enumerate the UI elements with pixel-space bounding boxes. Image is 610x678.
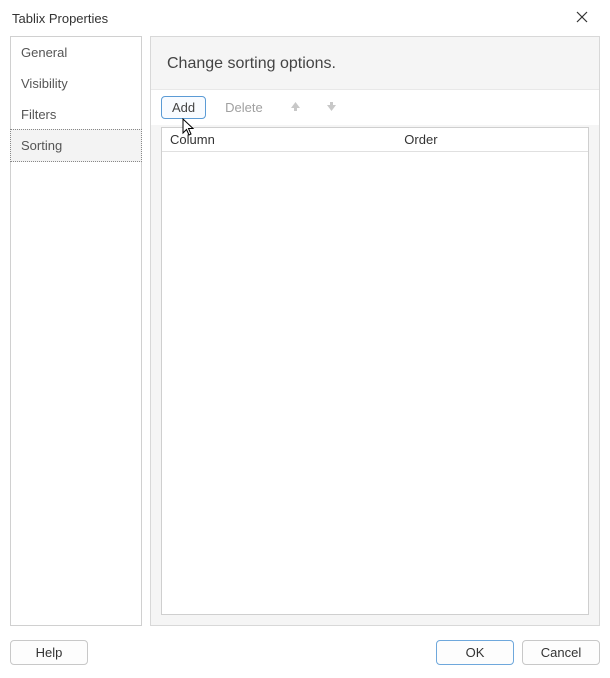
add-button[interactable]: Add: [161, 96, 206, 119]
sidebar-item-general[interactable]: General: [11, 37, 141, 68]
move-down-button[interactable]: [318, 97, 346, 119]
content-area: General Visibility Filters Sorting Chang…: [10, 36, 600, 626]
sort-grid: Column Order: [161, 127, 589, 615]
grid-body: [162, 152, 588, 614]
main-panel: Change sorting options. Add Delete Colum…: [150, 36, 600, 626]
panel-heading: Change sorting options.: [151, 37, 599, 89]
titlebar: Tablix Properties: [0, 0, 610, 36]
toolbar: Add Delete: [151, 89, 599, 125]
arrow-up-icon: [290, 101, 301, 115]
sidebar: General Visibility Filters Sorting: [10, 36, 142, 626]
column-header-column[interactable]: Column: [162, 128, 396, 151]
column-header-order[interactable]: Order: [396, 128, 588, 151]
sidebar-item-visibility[interactable]: Visibility: [11, 68, 141, 99]
close-icon: [576, 10, 588, 27]
footer: Help OK Cancel: [10, 636, 600, 668]
sidebar-item-sorting[interactable]: Sorting: [10, 129, 142, 162]
sidebar-item-filters[interactable]: Filters: [11, 99, 141, 130]
move-up-button[interactable]: [282, 97, 310, 119]
close-button[interactable]: [564, 4, 600, 32]
delete-button[interactable]: Delete: [214, 96, 274, 119]
cancel-button[interactable]: Cancel: [522, 640, 600, 665]
window-title: Tablix Properties: [12, 11, 108, 26]
grid-header: Column Order: [162, 128, 588, 152]
ok-button[interactable]: OK: [436, 640, 514, 665]
help-button[interactable]: Help: [10, 640, 88, 665]
arrow-down-icon: [326, 101, 337, 115]
